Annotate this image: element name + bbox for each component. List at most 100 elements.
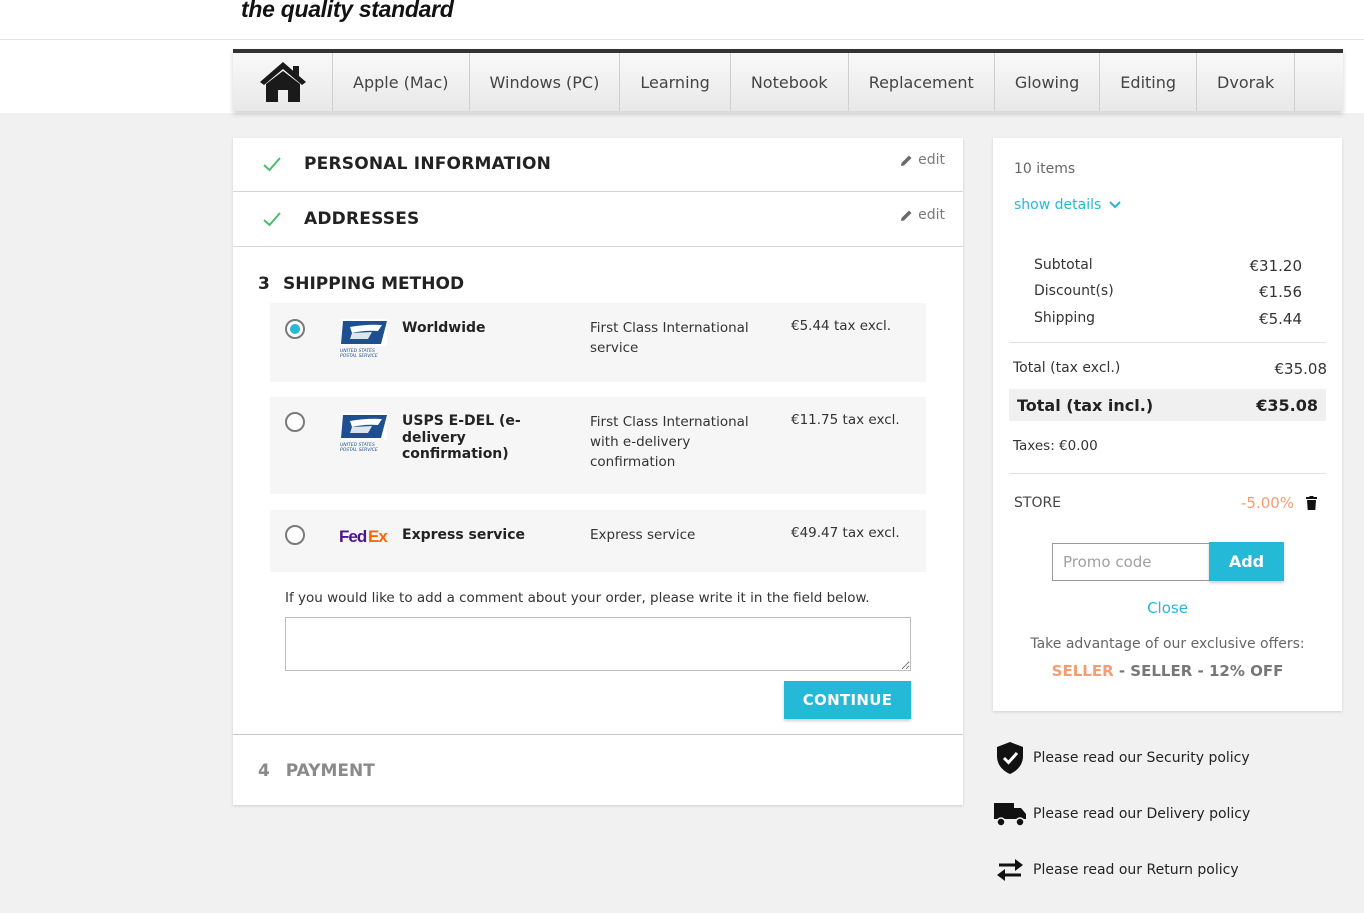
trash-icon[interactable] xyxy=(1306,496,1317,510)
carrier-price: €11.75 tax excl. xyxy=(791,412,900,428)
summary-value: €31.20 xyxy=(1249,257,1303,275)
main-menu: Apple (Mac) Windows (PC) Learning Notebo… xyxy=(233,49,1343,111)
delivery-option-fedex-express[interactable]: Fed Ex Express service Express service €… xyxy=(270,510,926,572)
order-comment-label: If you would like to add a comment about… xyxy=(285,590,870,606)
total-excl-value: €35.08 xyxy=(1274,360,1328,378)
total-tax-incl: Total (tax incl.) €35.08 xyxy=(1009,389,1326,421)
header-top: the quality standard xyxy=(0,0,1364,40)
summary-label: Discount(s) xyxy=(1034,283,1114,299)
nav-item-replacement[interactable]: Replacement xyxy=(849,53,995,111)
show-details-link[interactable]: show details xyxy=(1014,197,1121,213)
reassurance-text: Please read our Security policy xyxy=(1033,750,1250,766)
delivery-option-usps-e-del[interactable]: UNITED STATES POSTAL SERVICE USPS E-DEL … xyxy=(270,397,926,494)
edit-addresses-link[interactable]: edit xyxy=(900,207,945,223)
fedex-logo-icon: Fed Ex xyxy=(339,527,389,545)
usps-logo-icon: UNITED STATES POSTAL SERVICE xyxy=(340,413,387,453)
svg-text:POSTAL SERVICE: POSTAL SERVICE xyxy=(340,353,378,359)
summary-value: €5.44 xyxy=(1259,310,1302,328)
nav-item-learning[interactable]: Learning xyxy=(620,53,731,111)
step-payment: 4 PAYMENT xyxy=(258,761,375,781)
pencil-icon xyxy=(901,210,912,221)
shield-check-icon xyxy=(997,742,1023,774)
swap-arrows-icon xyxy=(993,853,1027,887)
edit-personal-information-link[interactable]: edit xyxy=(900,152,945,168)
order-comment-field[interactable] xyxy=(285,617,911,671)
promo-code-input[interactable] xyxy=(1052,543,1210,581)
close-label[interactable]: Close xyxy=(1147,599,1188,617)
checkout-steps: PERSONAL INFORMATION edit ADDRESSES edit… xyxy=(233,138,963,805)
carrier-delay: Express service xyxy=(590,527,696,543)
nav-home-button[interactable] xyxy=(233,53,333,111)
svg-text:POSTAL SERVICE: POSTAL SERVICE xyxy=(340,447,378,453)
reassurance-delivery: Please read our Delivery policy xyxy=(993,797,1250,831)
site-tagline: the quality standard xyxy=(241,0,454,22)
cart-items-count: 10 items xyxy=(1014,161,1076,177)
carrier-name: Express service xyxy=(402,527,526,543)
carrier-name: USPS E-DEL (e-delivery confirmation) xyxy=(402,413,521,462)
summary-line-shipping: Shipping €5.44 xyxy=(1034,310,1302,328)
continue-button[interactable]: CONTINUE xyxy=(784,681,911,719)
pencil-icon xyxy=(901,155,912,166)
summary-label: Shipping xyxy=(1034,310,1096,326)
edit-label: edit xyxy=(918,207,945,223)
summary-line-discounts: Discount(s) €1.56 xyxy=(1034,283,1302,301)
reassurance-security: Please read our Security policy xyxy=(993,741,1250,775)
check-icon xyxy=(263,157,281,172)
delivery-option-radio[interactable] xyxy=(285,319,305,339)
delivery-option-radio[interactable] xyxy=(285,412,305,432)
offer-line: SELLER - SELLER - 12% OFF xyxy=(993,662,1342,680)
edit-label: edit xyxy=(918,152,945,168)
delivery-option-worldwide[interactable]: UNITED STATES POSTAL SERVICE Worldwide F… xyxy=(270,303,926,382)
summary-label: Subtotal xyxy=(1034,257,1093,273)
carrier-delay: First Class International service xyxy=(590,320,749,356)
voucher-value: -5.00% xyxy=(1241,494,1295,512)
offers-text: Take advantage of our exclusive offers: xyxy=(1030,636,1305,652)
summary-divider xyxy=(1009,342,1326,343)
step-title-shipping-method: SHIPPING METHOD xyxy=(283,274,465,294)
step-divider xyxy=(233,734,963,735)
step-title: ADDRESSES xyxy=(304,209,420,229)
total-incl-label: Total (tax incl.) xyxy=(1017,395,1154,415)
step-title: PERSONAL INFORMATION xyxy=(304,154,552,174)
check-icon xyxy=(263,212,281,227)
svg-text:Ex: Ex xyxy=(368,527,388,545)
voucher-name: STORE xyxy=(1014,495,1062,511)
total-tax-excl: Total (tax excl.) €35.08 xyxy=(1013,360,1327,378)
summary-line-subtotal: Subtotal €31.20 xyxy=(1034,257,1302,275)
swap-arrows-icon xyxy=(997,859,1023,881)
nav-item-apple-mac[interactable]: Apple (Mac) xyxy=(333,53,470,111)
total-incl-value: €35.08 xyxy=(1256,395,1318,415)
reassurance-text: Please read our Delivery policy xyxy=(1033,806,1251,822)
carrier-price: €49.47 tax excl. xyxy=(791,525,900,541)
offer-code[interactable]: SELLER xyxy=(1052,662,1114,680)
step-title: PAYMENT xyxy=(285,761,375,781)
offer-desc: - SELLER - 12% OFF xyxy=(1113,662,1284,680)
shield-check-icon xyxy=(993,741,1027,775)
step-number: 4 xyxy=(258,761,270,781)
svg-text:Fed: Fed xyxy=(339,527,367,545)
total-excl-label: Total (tax excl.) xyxy=(1013,360,1121,376)
chevron-down-icon xyxy=(1109,201,1121,209)
summary-divider xyxy=(1009,473,1326,474)
step-addresses: ADDRESSES edit xyxy=(233,193,963,247)
reassurance-return: Please read our Return policy xyxy=(993,853,1239,887)
step-number: 3 xyxy=(258,274,270,294)
carrier-name: Worldwide xyxy=(402,320,486,336)
truck-icon xyxy=(993,797,1027,831)
show-details-label: show details xyxy=(1014,197,1102,213)
nav-item-notebook[interactable]: Notebook xyxy=(731,53,849,111)
nav-item-windows-pc[interactable]: Windows (PC) xyxy=(470,53,621,111)
close-promo-link[interactable]: Close xyxy=(993,599,1342,617)
add-promo-button[interactable]: Add xyxy=(1209,542,1284,581)
step-personal-information: PERSONAL INFORMATION edit xyxy=(233,138,963,192)
home-icon xyxy=(259,62,306,102)
nav-item-dvorak[interactable]: Dvorak xyxy=(1197,53,1296,111)
nav-item-editing[interactable]: Editing xyxy=(1100,53,1198,111)
taxes-line: Taxes: €0.00 xyxy=(1013,438,1098,454)
summary-value: €1.56 xyxy=(1259,283,1302,301)
delivery-option-radio[interactable] xyxy=(285,525,305,545)
cart-summary: 10 items show details Subtotal €31.20 Di… xyxy=(993,138,1342,711)
truck-icon xyxy=(994,803,1026,827)
nav-item-glowing[interactable]: Glowing xyxy=(995,53,1101,111)
carrier-price: €5.44 tax excl. xyxy=(791,318,892,334)
